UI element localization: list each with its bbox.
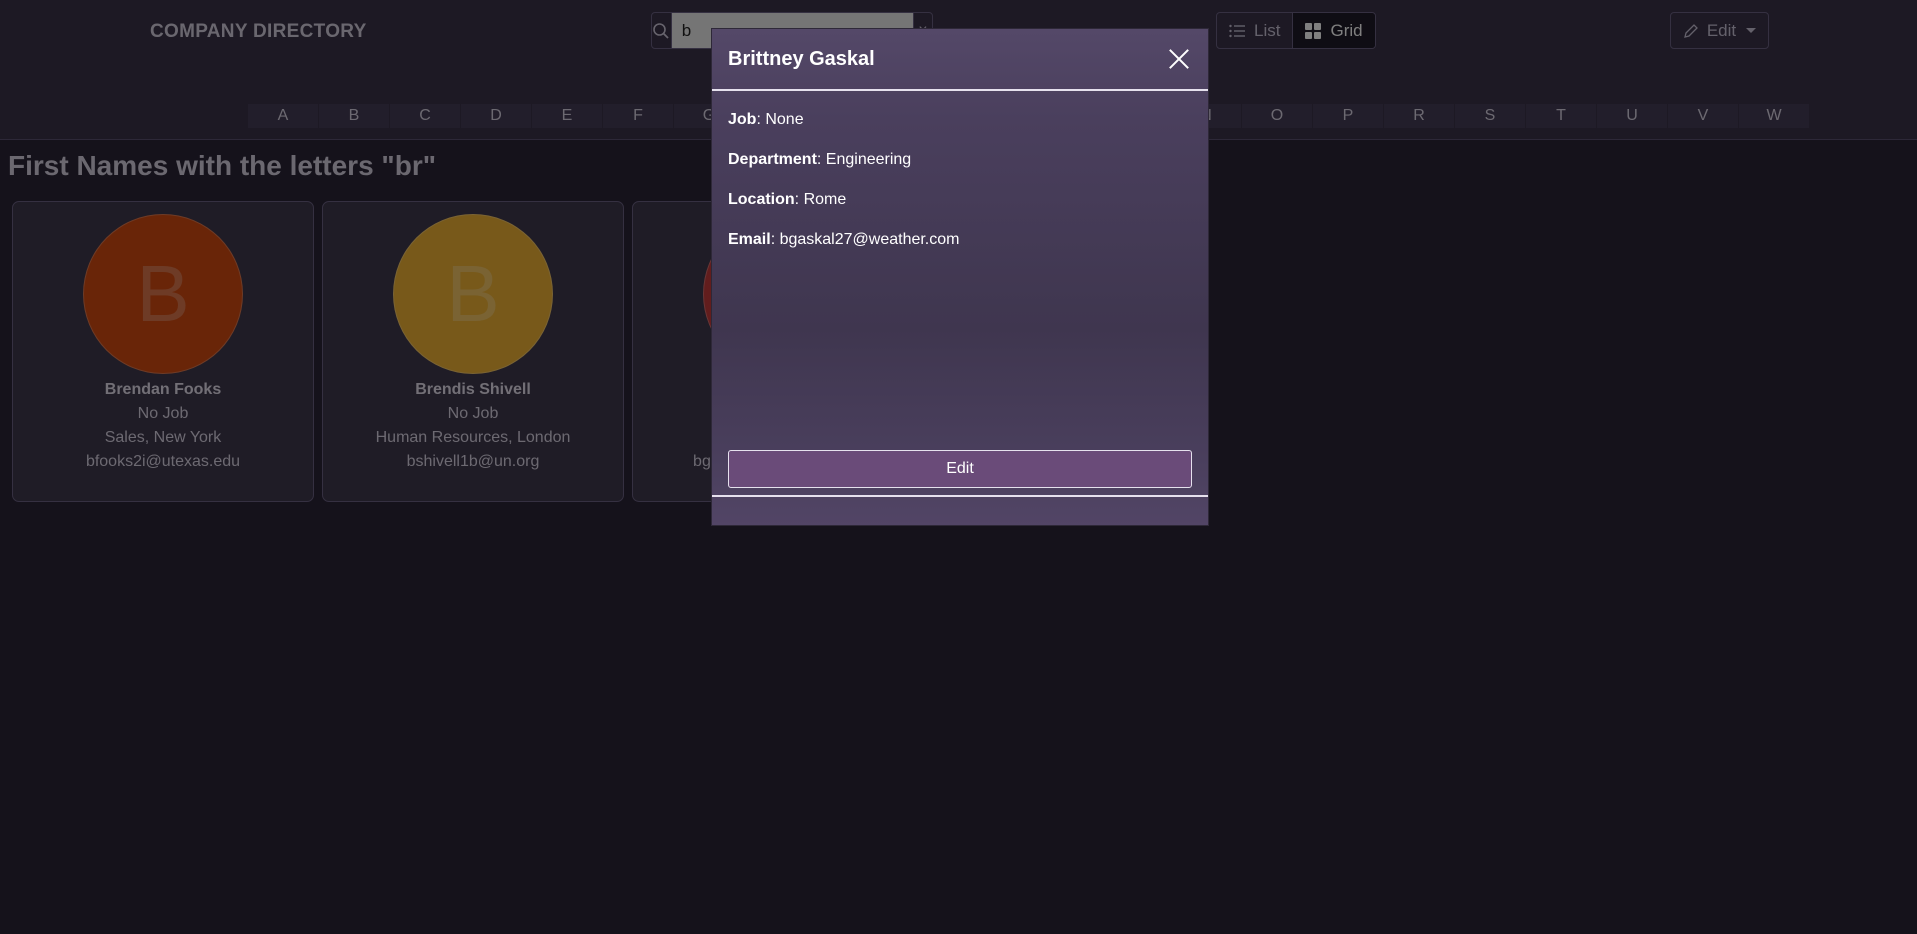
detail-value: Rome xyxy=(803,191,847,208)
detail-row-location: Location: Rome xyxy=(728,191,847,208)
modal-header: Brittney Gaskal xyxy=(712,29,1208,91)
detail-label: Department xyxy=(728,151,817,168)
detail-row-job: Job: None xyxy=(728,111,804,128)
detail-value: Engineering xyxy=(825,151,912,168)
modal-body: Job: None Department: Engineering Locati… xyxy=(712,91,1208,495)
detail-value: bgaskal27@weather.com xyxy=(779,231,960,248)
employee-modal: Brittney Gaskal Job: None Department: En… xyxy=(711,28,1209,526)
detail-value: None xyxy=(765,111,804,128)
close-icon[interactable] xyxy=(1166,46,1192,72)
edit-employee-button[interactable]: Edit xyxy=(728,450,1192,488)
modal-footer xyxy=(712,495,1208,527)
modal-title: Brittney Gaskal xyxy=(728,47,875,70)
detail-label: Job xyxy=(728,111,757,128)
detail-label: Email xyxy=(728,231,771,248)
detail-row-email: Email: bgaskal27@weather.com xyxy=(728,231,960,248)
detail-label: Location xyxy=(728,191,795,208)
detail-row-department: Department: Engineering xyxy=(728,151,912,168)
